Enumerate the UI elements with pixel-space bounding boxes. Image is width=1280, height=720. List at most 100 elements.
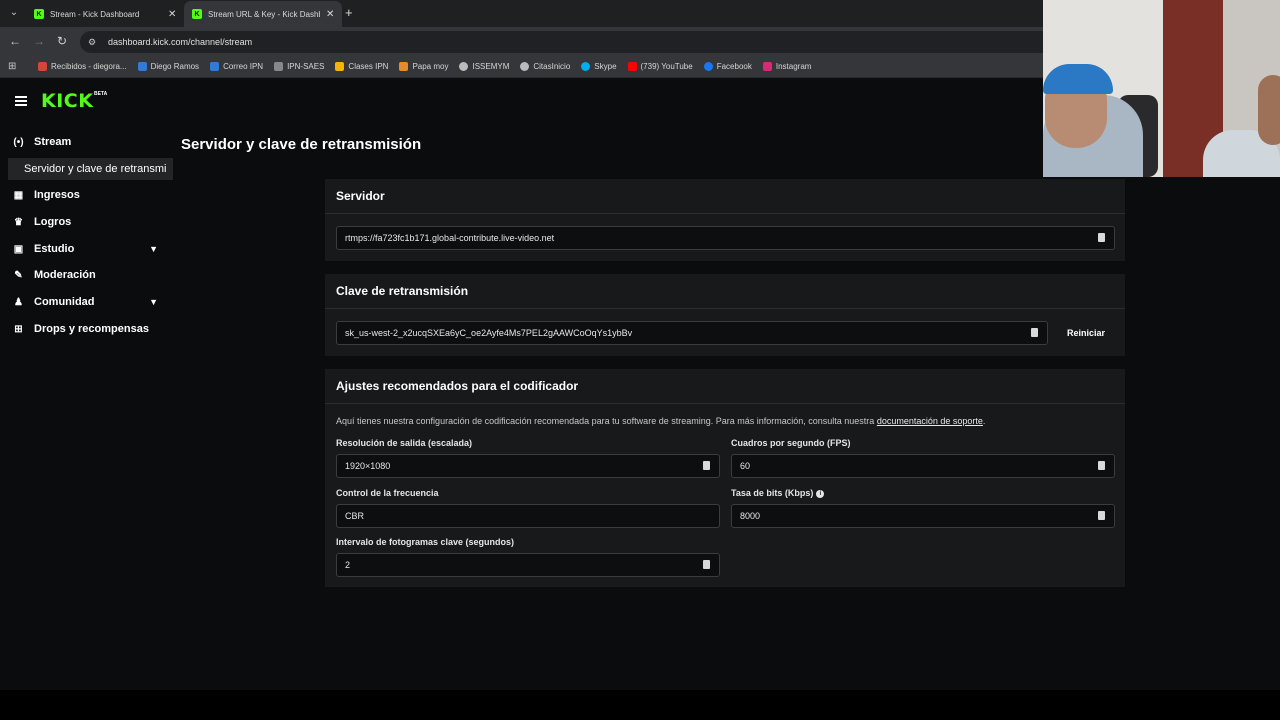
tab-title: Stream - Kick Dashboard bbox=[50, 9, 140, 19]
broadcast-icon: (•) bbox=[13, 136, 24, 148]
new-tab-icon[interactable]: + bbox=[345, 5, 353, 20]
copy-icon[interactable] bbox=[703, 560, 710, 569]
info-icon[interactable]: i bbox=[816, 489, 825, 498]
bookmark[interactable]: (739) YouTube bbox=[627, 62, 693, 71]
bookmark-label: Facebook bbox=[716, 62, 752, 71]
menu-icon[interactable] bbox=[15, 96, 27, 106]
tab-search-icon[interactable]: ⌄ bbox=[6, 5, 22, 21]
drops-icon: ⊞ bbox=[14, 323, 23, 335]
forward-icon[interactable]: → bbox=[33, 34, 45, 48]
sidebar-item-label: Estudio bbox=[34, 243, 75, 255]
sidebar-item-ingresos[interactable]: ▦ Ingresos bbox=[12, 186, 162, 204]
back-icon[interactable]: ← bbox=[9, 34, 21, 48]
keyframe-field[interactable]: 2 bbox=[336, 553, 720, 577]
bookmark[interactable]: Papa moy bbox=[399, 62, 448, 71]
sidebar-item-drops[interactable]: ⊞ Drops y recompensas bbox=[12, 320, 182, 338]
stream-key-card-title: Clave de retransmisión bbox=[325, 274, 1125, 309]
bookmark-icon bbox=[335, 62, 345, 71]
chevron-down-icon[interactable]: ▼ bbox=[149, 297, 158, 307]
reset-key-button[interactable]: Reiniciar bbox=[1054, 321, 1118, 345]
fps-value: 60 bbox=[740, 461, 751, 471]
bookmark[interactable]: Facebook bbox=[703, 62, 752, 71]
sidebar-item-label: Ingresos bbox=[34, 189, 80, 201]
bookmark-icon bbox=[38, 62, 47, 71]
bookmark-icon bbox=[137, 62, 147, 71]
bookmark[interactable]: Instagram bbox=[762, 62, 811, 71]
tab-close-icon[interactable]: ✕ bbox=[168, 9, 176, 20]
sidebar-item-estudio[interactable]: ▣ Estudio ▼ bbox=[12, 240, 162, 258]
apps-grid-icon[interactable]: ⊞ bbox=[8, 61, 20, 72]
bookmark[interactable]: Clases IPN bbox=[335, 62, 388, 71]
reload-icon[interactable]: ↻ bbox=[57, 34, 67, 48]
bookmark-icon bbox=[520, 62, 530, 71]
rate-control-field[interactable]: CBR bbox=[336, 504, 720, 528]
address-bar[interactable]: ⚙ dashboard.kick.com/channel/stream bbox=[80, 31, 1070, 53]
encoder-card-title: Ajustes recomendados para el codificador bbox=[325, 369, 1125, 404]
bookmark-label: IPN-SAES bbox=[287, 62, 325, 71]
bitrate-value: 8000 bbox=[740, 511, 761, 521]
kick-logo[interactable]: KICK bbox=[41, 90, 93, 112]
youtube-icon bbox=[627, 62, 637, 71]
support-docs-link[interactable]: documentación de soporte bbox=[877, 416, 983, 426]
chevron-down-icon[interactable]: ▼ bbox=[149, 244, 158, 254]
bookmark-label: Skype bbox=[594, 62, 617, 71]
server-url-field[interactable]: rtmps://fa723fc1b171.global-contribute.l… bbox=[336, 226, 1115, 250]
community-icon: ♟ bbox=[14, 296, 23, 308]
resolution-label: Resolución de salida (escalada) bbox=[336, 438, 473, 448]
skype-icon bbox=[581, 62, 591, 71]
site-info-icon[interactable]: ⚙ bbox=[88, 36, 100, 48]
bookmark[interactable]: Recibidos - diegora... bbox=[38, 62, 127, 71]
bookmark-label: Recibidos - diegora... bbox=[51, 62, 127, 71]
description-period: . bbox=[982, 416, 986, 426]
webcam-overlay bbox=[1043, 0, 1280, 177]
trophy-icon: ♛ bbox=[14, 216, 23, 228]
stream-key-field[interactable]: sk_us-west-2_x2ucqSXEa6yC_oe2Ayfe4Ms7PEL… bbox=[336, 321, 1048, 345]
bookmark[interactable]: CitasInicio bbox=[520, 62, 570, 71]
resolution-field[interactable]: 1920×1080 bbox=[336, 454, 720, 478]
copy-icon[interactable] bbox=[1098, 511, 1105, 520]
wrench-icon: ✎ bbox=[14, 269, 23, 281]
sidebar-item-label: Drops y recompensas bbox=[34, 323, 149, 335]
webcam-cap bbox=[1043, 64, 1113, 94]
bookmark-label: ISSEMYM bbox=[472, 62, 510, 71]
browser-tab-active[interactable]: K Stream URL & Key - Kick Dashb ✕ bbox=[184, 1, 343, 27]
sidebar-item-moderacion[interactable]: ✎ Moderación bbox=[12, 266, 162, 284]
bookmark[interactable]: Skype bbox=[581, 62, 617, 71]
rate-control-value: CBR bbox=[345, 511, 365, 521]
keyframe-value: 2 bbox=[345, 560, 351, 570]
facebook-icon bbox=[703, 62, 713, 71]
resolution-value: 1920×1080 bbox=[345, 461, 391, 471]
encoder-description-text: Aquí tienes nuestra configuración de cod… bbox=[336, 416, 877, 426]
stream-key-value: sk_us-west-2_x2ucqSXEa6yC_oe2Ayfe4Ms7PEL… bbox=[345, 328, 633, 338]
sidebar-item-stream[interactable]: (•) Stream bbox=[12, 133, 162, 151]
kick-favicon-icon: K bbox=[192, 9, 202, 19]
bitrate-field[interactable]: 8000 bbox=[731, 504, 1115, 528]
bitrate-label: Tasa de bits (Kbps) i bbox=[731, 488, 825, 498]
sidebar-item-label: Moderación bbox=[34, 269, 96, 281]
sidebar-item-comunidad[interactable]: ♟ Comunidad ▼ bbox=[12, 293, 162, 311]
server-url-value: rtmps://fa723fc1b171.global-contribute.l… bbox=[345, 233, 555, 243]
rate-control-label: Control de la frecuencia bbox=[336, 488, 439, 498]
sidebar-item-label: Comunidad bbox=[34, 296, 95, 308]
bookmark[interactable]: Correo IPN bbox=[210, 62, 263, 71]
fps-label: Cuadros por segundo (FPS) bbox=[731, 438, 851, 448]
tab-title: Stream URL & Key - Kick Dashb bbox=[208, 9, 320, 19]
sidebar-subitem-server-key[interactable]: Servidor y clave de retransmi bbox=[8, 158, 173, 180]
bookmark-icon bbox=[459, 62, 469, 71]
fps-field[interactable]: 60 bbox=[731, 454, 1115, 478]
sidebar-item-logros[interactable]: ♛ Logros bbox=[12, 213, 162, 231]
page-title: Servidor y clave de retransmisión bbox=[181, 136, 422, 153]
kick-favicon-icon: K bbox=[34, 9, 44, 19]
browser-tab[interactable]: K Stream - Kick Dashboard ✕ bbox=[26, 1, 184, 27]
copy-icon[interactable] bbox=[1031, 328, 1038, 337]
bookmark-icon bbox=[210, 62, 220, 71]
bookmark[interactable]: ISSEMYM bbox=[459, 62, 509, 71]
copy-icon[interactable] bbox=[1098, 233, 1105, 242]
copy-icon[interactable] bbox=[703, 461, 710, 470]
bookmark[interactable]: IPN-SAES bbox=[274, 62, 324, 71]
tab-close-icon[interactable]: ✕ bbox=[326, 9, 334, 20]
copy-icon[interactable] bbox=[1098, 461, 1105, 470]
bookmark-icon bbox=[399, 62, 409, 71]
bookmark[interactable]: Diego Ramos bbox=[137, 62, 199, 71]
sidebar-item-label: Logros bbox=[34, 216, 72, 228]
